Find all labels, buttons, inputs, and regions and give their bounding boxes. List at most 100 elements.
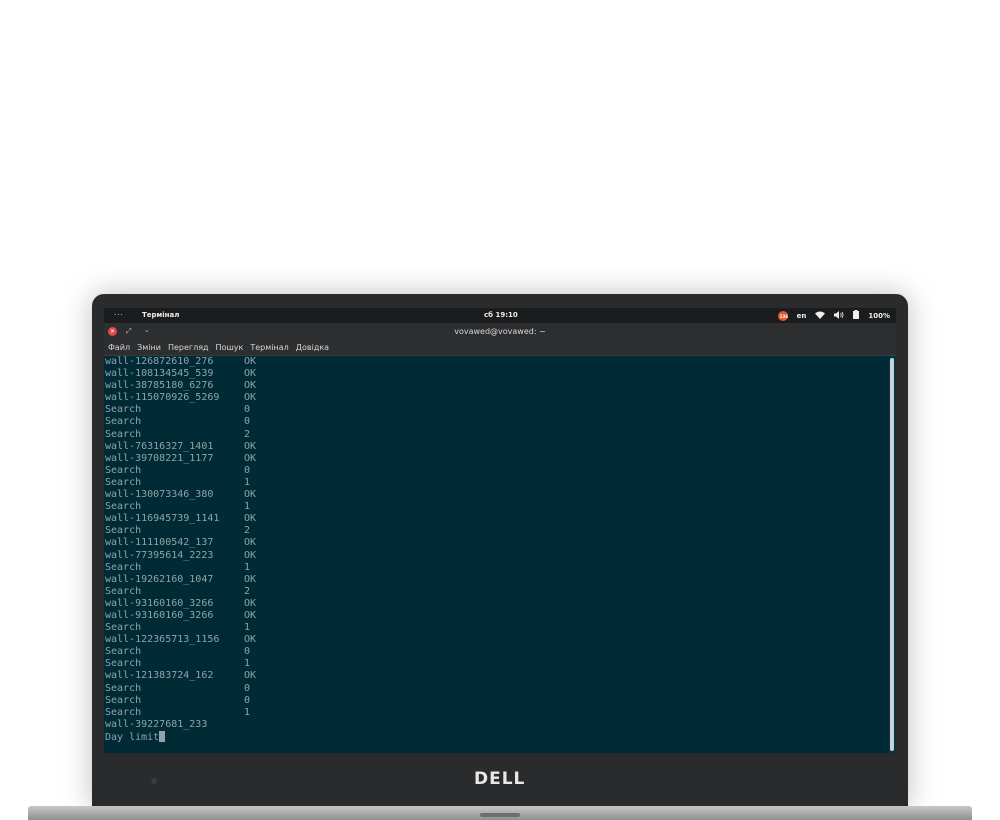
terminal-line: wall-39227681_233 xyxy=(105,719,889,731)
line-status: 1 xyxy=(244,476,251,488)
line-label: Search xyxy=(105,525,142,537)
terminal-line: wall-108134545_539 OK xyxy=(105,368,889,380)
menu-file[interactable]: Файл xyxy=(108,340,130,355)
line-status: OK xyxy=(244,537,257,549)
line-status: 2 xyxy=(244,428,251,440)
window-title: vovawed@vovawed: ~ xyxy=(454,327,546,336)
line-label: wall-38785180_6276 xyxy=(105,380,214,392)
line-status: OK xyxy=(244,573,257,585)
cursor xyxy=(159,730,166,742)
app-menu[interactable]: Термінал xyxy=(142,311,179,319)
line-status: 2 xyxy=(244,585,251,597)
terminal-line: Search 0 xyxy=(105,465,889,477)
laptop-notch xyxy=(480,813,520,817)
line-label: wall-130073346_380 xyxy=(105,489,214,501)
system-tray[interactable]: 136 en 100% xyxy=(777,309,890,322)
terminal-line: Search 0 xyxy=(105,683,889,695)
top-bar: ··· Термінал сб 19:10 136 en 100% xyxy=(104,308,896,323)
line-label: wall-39227681_233 xyxy=(105,718,208,730)
menu-terminal[interactable]: Термінал xyxy=(250,340,288,355)
line-label: Search xyxy=(105,682,142,694)
line-label: wall-19262160_1047 xyxy=(105,573,214,585)
terminal-line: Search 0 xyxy=(105,695,889,707)
terminal-line: wall-121383724_162 OK xyxy=(105,670,889,682)
line-status: OK xyxy=(244,609,257,621)
window-titlebar[interactable]: ✕ ⤢ ⌄ vovawed@vovawed: ~ xyxy=(104,323,896,340)
line-label: Search xyxy=(105,501,142,513)
line-status: 2 xyxy=(244,525,251,537)
line-status: 0 xyxy=(244,646,251,658)
terminal-line: Search 1 xyxy=(105,658,889,670)
line-status: OK xyxy=(244,489,257,501)
line-status: OK xyxy=(244,597,257,609)
line-status: OK xyxy=(244,392,257,404)
terminal-line: Search 1 xyxy=(105,477,889,489)
terminal-line: Search 1 xyxy=(105,707,889,719)
terminal-line: wall-115070926_5269 OK xyxy=(105,392,889,404)
terminal-prompt-line: Day limit xyxy=(105,730,889,743)
line-label: wall-111100542_137 xyxy=(105,537,214,549)
line-status: OK xyxy=(244,440,257,452)
line-label: Search xyxy=(105,561,142,573)
line-label: wall-77395614_2223 xyxy=(105,549,214,561)
line-label: wall-93160160_3266 xyxy=(105,597,214,609)
terminal-line: wall-77395614_2223 OK xyxy=(105,550,889,562)
terminal-line: Search 0 xyxy=(105,404,889,416)
line-status: 1 xyxy=(244,706,251,718)
line-status: 1 xyxy=(244,658,251,670)
scrollbar-thumb[interactable] xyxy=(890,358,894,751)
terminal-line: wall-130073346_380 OK xyxy=(105,489,889,501)
line-label: Search xyxy=(105,658,142,670)
terminal-line: Search 2 xyxy=(105,429,889,441)
terminal-line: Search 0 xyxy=(105,416,889,428)
browser-icon[interactable]: 136 xyxy=(777,310,788,321)
line-label: Search xyxy=(105,706,142,718)
line-label: Search xyxy=(105,622,142,634)
line-status: 0 xyxy=(244,464,251,476)
line-label: Search xyxy=(105,416,142,428)
keyboard-layout[interactable]: en xyxy=(797,312,807,320)
line-label: wall-126872610_276 xyxy=(105,356,214,367)
terminal-line: wall-19262160_1047 OK xyxy=(105,574,889,586)
menu-search[interactable]: Пошук xyxy=(216,340,244,355)
line-status: 0 xyxy=(244,682,251,694)
terminal-line: Search 2 xyxy=(105,586,889,598)
wifi-icon[interactable] xyxy=(815,311,826,321)
terminal-line: Search 1 xyxy=(105,622,889,634)
clock[interactable]: сб 19:10 xyxy=(484,311,518,319)
screen: ··· Термінал сб 19:10 136 en 100% ✕ ⤢ ⌄ … xyxy=(104,308,896,753)
line-status: OK xyxy=(244,368,257,380)
volume-icon[interactable] xyxy=(834,310,844,321)
line-status: OK xyxy=(244,634,257,646)
menu-view[interactable]: Перегляд xyxy=(168,340,209,355)
line-label: Search xyxy=(105,404,142,416)
menu-help[interactable]: Довідка xyxy=(296,340,329,355)
line-status: 0 xyxy=(244,404,251,416)
line-status: 1 xyxy=(244,622,251,634)
line-label: Search xyxy=(105,694,142,706)
line-status: 1 xyxy=(244,501,251,513)
terminal-line: Search 2 xyxy=(105,525,889,537)
webcam xyxy=(151,778,157,784)
line-status: OK xyxy=(244,356,257,367)
line-label: Day limit xyxy=(105,731,160,743)
battery-icon[interactable] xyxy=(853,310,860,321)
terminal-line: wall-93160160_3266 OK xyxy=(105,598,889,610)
terminal-line: Search 1 xyxy=(105,562,889,574)
terminal-output[interactable]: wall-126872610_276 OK wall-108134545_539 O… xyxy=(104,356,889,753)
terminal-line: Search 0 xyxy=(105,646,889,658)
line-status: 0 xyxy=(244,416,251,428)
scrollbar[interactable] xyxy=(889,356,896,753)
line-label: wall-76316327_1401 xyxy=(105,440,214,452)
menu-edit[interactable]: Зміни xyxy=(137,340,161,355)
line-status: OK xyxy=(244,549,257,561)
line-status: OK xyxy=(244,452,257,464)
browser-badge: 136 xyxy=(779,313,788,319)
line-label: wall-122365713_1156 xyxy=(105,634,220,646)
line-label: Search xyxy=(105,476,142,488)
line-label: wall-108134545_539 xyxy=(105,368,214,380)
line-status: OK xyxy=(244,513,257,525)
line-label: Search xyxy=(105,585,142,597)
activities-button[interactable]: ··· xyxy=(114,311,124,319)
terminal-line: wall-93160160_3266 OK xyxy=(105,610,889,622)
